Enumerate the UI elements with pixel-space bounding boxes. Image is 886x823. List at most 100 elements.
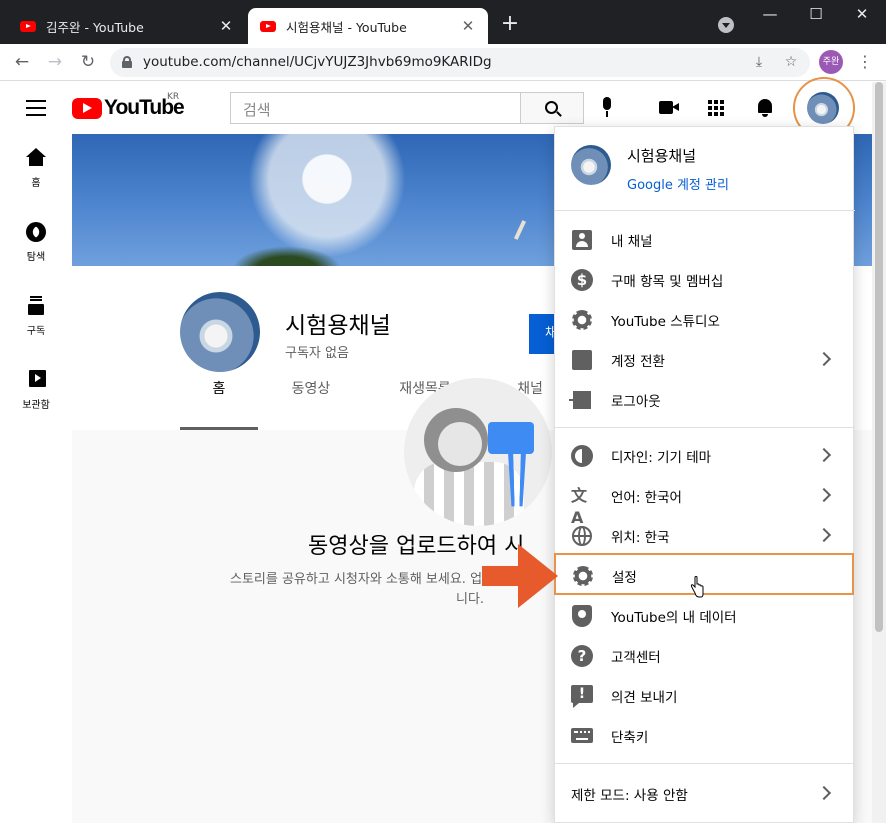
search-input[interactable]: 검색 [230,92,520,124]
gear-icon [572,565,594,587]
menu-item-switch-account[interactable]: 계정 전환 [555,339,855,379]
tab-home[interactable]: 홈 [180,374,258,430]
account-avatar-button[interactable] [807,92,839,124]
upload-illustration [404,378,552,526]
empty-state-subtitle-line2: 니다. [456,592,485,607]
subscriber-count: 구독자 없음 [285,346,349,361]
dandelion-seed [513,220,527,240]
create-video-icon[interactable] [659,101,679,114]
menu-item-settings[interactable]: 설정 [554,553,854,595]
close-tab-icon[interactable]: ✕ [460,18,476,34]
search-placeholder: 검색 [243,101,271,119]
chevron-right-icon [816,351,832,367]
guide-item-home[interactable]: 홈 [0,134,72,208]
install-app-icon[interactable]: ⤓ [750,53,768,71]
menu-item-restricted-mode[interactable]: 제한 모드: 사용 안함 [555,773,855,813]
person-icon [571,229,593,251]
guide-item-subscriptions[interactable]: 구독 [0,282,72,356]
menu-item-your-data[interactable]: YouTube의 내 데이터 [555,595,855,635]
youtube-play-icon [72,97,102,119]
microphone-icon[interactable] [599,97,615,119]
switch-account-icon [571,349,593,371]
tab-search-icon[interactable] [718,17,734,33]
browser-profile-avatar[interactable]: 주완 [819,50,843,74]
youtube-favicon-icon [20,20,36,32]
channel-name: 시험용채널 [285,313,391,339]
guide-item-explore[interactable]: 탐색 [0,208,72,282]
keyboard-icon [571,725,593,747]
theme-icon [571,445,593,467]
forward-icon[interactable]: → [43,50,67,74]
scrollbar-thumb[interactable] [875,82,883,632]
youtube-logo[interactable]: YouTube KR [72,92,185,119]
dandelion-image [242,134,412,264]
browser-menu-icon[interactable]: ⋮ [857,50,873,74]
tab-kimjuwan[interactable]: 김주완 - YouTube ✕ [8,8,246,44]
channel-avatar [180,292,260,372]
menu-icon[interactable] [26,100,46,116]
address-bar[interactable]: youtube.com/channel/UCjvYUJZ3Jhvb69mo9KA… [110,48,810,77]
guide-label: 보관함 [22,400,50,411]
menu-item-help[interactable]: ? 고객센터 [555,635,855,675]
menu-item-location[interactable]: 위치: 한국 [555,515,855,555]
annotation-arrow-icon [482,544,560,608]
guide-label: 탐색 [26,252,46,263]
maximize-icon[interactable]: ☐ [806,4,826,24]
minimize-icon[interactable]: — [760,4,780,24]
chevron-right-icon [816,447,832,463]
new-tab-button[interactable]: + [499,13,521,36]
lock-icon[interactable] [122,56,132,68]
library-icon [26,370,46,390]
menu-item-label: 제한 모드: 사용 안함 [571,788,688,804]
guide-label: 홈 [31,178,41,189]
menu-item-logout[interactable]: 로그아웃 [555,379,855,419]
menu-item-language[interactable]: 文A 언어: 한국어 [555,475,855,527]
apps-grid-icon[interactable] [708,100,724,116]
menu-item-studio[interactable]: YouTube 스튜디오 [555,299,855,339]
mini-guide: 홈 탐색 구독 보관함 [0,134,72,823]
menu-divider [555,427,855,428]
menu-item-label: 단축키 [611,730,649,746]
bookmark-star-icon[interactable]: ☆ [782,53,800,71]
hand-cursor-icon [690,576,704,598]
globe-icon [571,525,593,547]
search-button[interactable] [520,92,584,124]
tab-test-channel[interactable]: 시험용채널 - YouTube ✕ [248,8,488,44]
menu-item-label: 구매 항목 및 멤버십 [611,274,724,290]
url-text: youtube.com/channel/UCjvYUJZ3Jhvb69mo9KA… [143,54,492,70]
tab-videos[interactable]: 동영상 [272,374,350,430]
menu-item-appearance[interactable]: 디자인: 기기 테마 [555,435,855,475]
feedback-icon: ! [571,685,593,708]
language-icon: 文A [571,486,588,527]
logout-icon [569,389,593,411]
account-menu-header: 시험용채널 Google 계정 관리 [555,127,855,211]
explore-icon [26,222,46,242]
reload-icon[interactable]: ↻ [76,50,100,74]
notifications-bell-icon[interactable] [756,98,774,118]
menu-item-label: 로그아웃 [611,394,661,410]
guide-item-library[interactable]: 보관함 [0,356,72,430]
menu-item-my-channel[interactable]: 내 채널 [555,219,855,259]
menu-item-purchases[interactable]: $ 구매 항목 및 멤버십 [555,259,855,299]
chevron-right-icon [816,487,832,503]
shield-icon [571,605,593,627]
browser-window: 김주완 - YouTube ✕ 시험용채널 - YouTube ✕ + — ☐ … [0,0,886,823]
menu-item-feedback[interactable]: ! 의견 보내기 [555,675,855,715]
menu-item-label: YouTube 스튜디오 [611,314,720,330]
close-tab-icon[interactable]: ✕ [218,18,234,34]
guide-label: 구독 [26,326,46,337]
back-icon[interactable]: ← [10,50,34,74]
menu-item-shortcuts[interactable]: 단축키 [555,715,855,755]
gear-icon [571,309,593,331]
tab-title: 시험용채널 - YouTube [286,19,407,35]
account-menu-avatar [571,145,611,185]
menu-item-label: 위치: 한국 [611,530,670,546]
menu-item-label: 계정 전환 [611,354,665,370]
menu-divider [555,763,855,764]
menu-item-label: 언어: 한국어 [611,490,682,506]
manage-google-account-link[interactable]: Google 계정 관리 [627,174,729,193]
chevron-right-icon [816,785,832,801]
account-menu: 시험용채널 Google 계정 관리 내 채널 $ 구매 항목 및 멤버십 Yo… [554,126,855,823]
page-scrollbar[interactable] [872,82,886,823]
close-window-icon[interactable]: ✕ [852,4,872,24]
